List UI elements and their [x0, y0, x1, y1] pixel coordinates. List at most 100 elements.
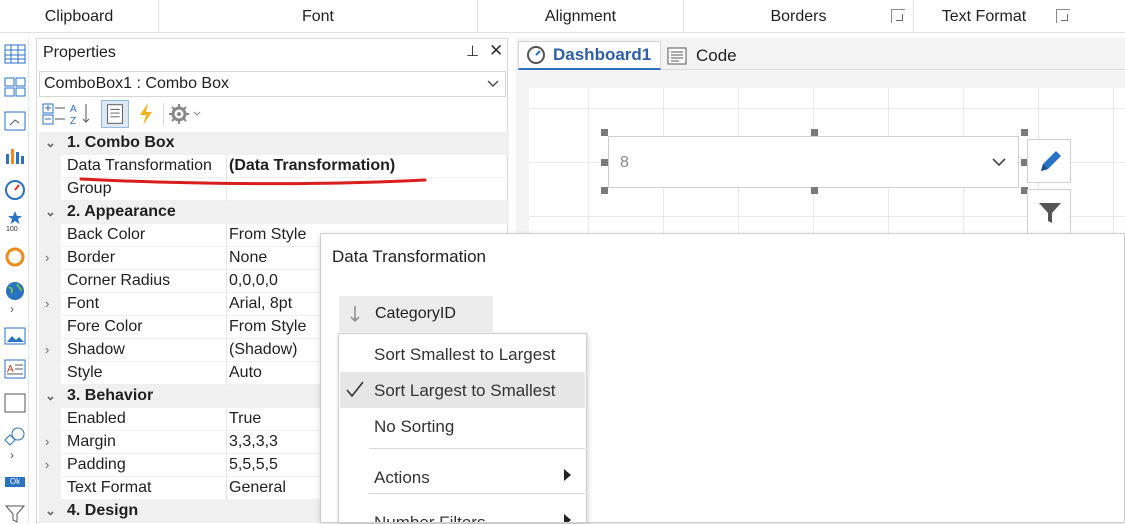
- property-value[interactable]: Auto: [229, 364, 262, 382]
- bar-chart-icon[interactable]: [4, 144, 26, 166]
- pivot-icon[interactable]: [4, 110, 26, 132]
- close-icon[interactable]: ✕: [489, 41, 503, 61]
- expand-chevron-icon[interactable]: ›: [45, 250, 59, 266]
- menu-item-label: Sort Smallest to Largest: [374, 345, 556, 364]
- property-name: Text Format: [67, 479, 152, 496]
- column-separator: [226, 270, 227, 293]
- categorized-icon[interactable]: [40, 100, 68, 128]
- property-value[interactable]: Arial, 8pt: [229, 295, 292, 313]
- collapse-chevron-icon[interactable]: ⌄: [45, 135, 59, 151]
- rectangle-icon[interactable]: [4, 392, 26, 414]
- pin-icon[interactable]: ⊥: [466, 42, 479, 60]
- property-value[interactable]: (Shadow): [229, 341, 297, 359]
- column-separator: [226, 316, 227, 339]
- category-label: 3. Behavior: [67, 387, 154, 404]
- column-separator: [226, 477, 227, 500]
- property-name: Shadow: [67, 341, 125, 358]
- svg-text:A: A: [70, 104, 77, 115]
- tab-dashboard1[interactable]: Dashboard1: [518, 41, 661, 70]
- filter-button[interactable]: [1027, 189, 1071, 233]
- property-category[interactable]: ⌄ 1. Combo Box: [39, 132, 509, 155]
- ring-icon[interactable]: [4, 246, 26, 268]
- property-name: Fore Color: [67, 318, 143, 335]
- resize-handle-tl[interactable]: [601, 129, 608, 136]
- pencil-icon: [1041, 151, 1061, 171]
- document-tabs: Dashboard1 Code: [516, 38, 1125, 70]
- object-selector[interactable]: ComboBox1 : Combo Box: [39, 71, 506, 97]
- resize-handle-t[interactable]: [811, 129, 818, 136]
- text-format-dialog-launcher-icon[interactable]: [1056, 9, 1070, 23]
- categoryid-field-button[interactable]: CategoryID: [339, 296, 493, 332]
- combo-chevron-down-icon: [992, 158, 1006, 167]
- menu-item[interactable]: Sort Largest to Smallest: [340, 372, 585, 408]
- submenu-arrow-icon: [564, 469, 571, 481]
- globe-icon[interactable]: [4, 280, 26, 302]
- collapse-chevron-icon[interactable]: ⌄: [45, 503, 59, 519]
- ok-button-icon[interactable]: Ok: [5, 477, 25, 487]
- ribbon-group-clipboard: Clipboard: [0, 0, 159, 33]
- object-selector-value: ComboBox1 : Combo Box: [44, 75, 229, 92]
- expand-chevron-icon: [45, 411, 59, 427]
- expand-chevron-icon[interactable]: ›: [45, 457, 59, 473]
- resize-handle-bl[interactable]: [601, 187, 608, 194]
- menu-item[interactable]: Sort Smallest to Largest: [340, 336, 585, 372]
- ribbon-group-font: Font: [159, 0, 478, 33]
- expand-chevron-icon[interactable]: ›: [45, 434, 59, 450]
- image-icon[interactable]: [4, 325, 26, 347]
- ribbon-group-borders: Borders: [770, 7, 827, 25]
- funnel-tool-icon[interactable]: [4, 502, 26, 524]
- property-value[interactable]: 5,5,5,5: [229, 456, 278, 474]
- property-value[interactable]: None: [229, 249, 267, 267]
- alphabetical-sort-icon[interactable]: AZ: [68, 100, 96, 128]
- combo-box-control[interactable]: 8: [608, 136, 1019, 188]
- menu-item[interactable]: No Sorting: [340, 408, 585, 444]
- property-value[interactable]: 3,3,3,3: [229, 433, 278, 451]
- expand-chevron-icon[interactable]: ›: [45, 342, 59, 358]
- events-lightning-icon[interactable]: [132, 100, 160, 128]
- expand-chevron-icon[interactable]: ›: [10, 302, 14, 316]
- combo-box-value: 8: [620, 154, 629, 171]
- settings-gear-icon[interactable]: [167, 100, 207, 128]
- expand-chevron-icon: [45, 158, 59, 174]
- resize-handle-tr[interactable]: [1021, 129, 1028, 136]
- column-separator: [226, 224, 227, 247]
- shapes-icon[interactable]: [4, 426, 26, 448]
- property-value[interactable]: From Style: [229, 226, 306, 244]
- properties-title: Properties: [43, 44, 116, 61]
- menu-item[interactable]: Actions: [340, 459, 585, 495]
- tab-code[interactable]: Code: [666, 41, 766, 70]
- chevron-down-icon: [487, 80, 499, 87]
- edit-button[interactable]: [1027, 139, 1071, 183]
- borders-dialog-launcher-icon[interactable]: [891, 9, 905, 23]
- menu-item[interactable]: Number Filters: [340, 504, 585, 522]
- funnel-icon: [1039, 203, 1061, 223]
- column-separator: [226, 339, 227, 362]
- menu-item-label: Sort Largest to Smallest: [374, 381, 556, 400]
- expand-chevron-icon: [45, 181, 59, 197]
- layout-grid-icon[interactable]: [4, 76, 26, 98]
- property-name: Back Color: [67, 226, 146, 243]
- property-value[interactable]: True: [229, 410, 261, 428]
- text-box-icon[interactable]: A: [4, 358, 26, 380]
- dashboard-tab-icon: [527, 46, 545, 64]
- code-tab-icon: [667, 47, 687, 64]
- rating-icon[interactable]: 100: [4, 210, 26, 232]
- table-icon[interactable]: [4, 43, 26, 65]
- property-name: Border: [67, 249, 116, 266]
- property-value[interactable]: General: [229, 479, 286, 497]
- resize-handle-l[interactable]: [601, 159, 608, 166]
- collapse-chevron-icon[interactable]: ⌄: [45, 388, 59, 404]
- expand-chevron-icon[interactable]: ›: [45, 296, 59, 312]
- ribbon-group-alignment: Alignment: [478, 0, 684, 33]
- property-category[interactable]: ⌄ 2. Appearance: [39, 201, 509, 224]
- property-value[interactable]: From Style: [229, 318, 306, 336]
- property-value[interactable]: 0,0,0,0: [229, 272, 278, 290]
- resize-handle-b[interactable]: [811, 187, 818, 194]
- gauge-icon[interactable]: [4, 178, 26, 200]
- collapse-chevron-icon[interactable]: ⌄: [45, 204, 59, 220]
- ribbon-group-labels: Clipboard Font Alignment Borders Text Fo…: [0, 0, 1125, 33]
- properties-view-icon[interactable]: [101, 100, 129, 128]
- expand-chevron-2-icon[interactable]: ›: [10, 448, 14, 462]
- column-separator: [226, 408, 227, 431]
- annotation-underline: [79, 177, 427, 186]
